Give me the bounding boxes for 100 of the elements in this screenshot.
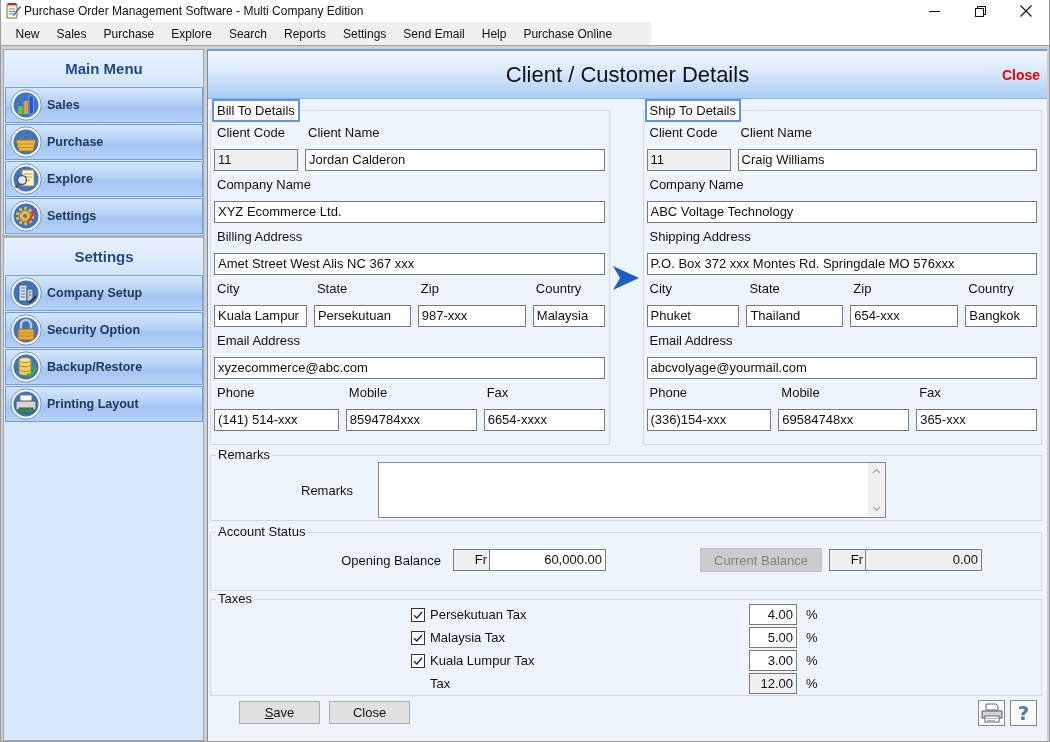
sidebar-item[interactable]: Printing Layout (5, 386, 203, 422)
field-label: Country (967, 280, 1014, 298)
menu-item[interactable]: Settings (334, 24, 395, 43)
field-label: Opening Balance (340, 552, 441, 568)
text-field[interactable]: XYZ Ecommerce Ltd. (214, 201, 605, 223)
group-legend: Account Status (216, 525, 308, 539)
checkbox[interactable] (411, 653, 425, 668)
text-field[interactable]: P.O. Box 372 xxx Montes Rd. Springdale MO 576xxx (646, 253, 1037, 275)
text-field[interactable]: Amet Street West Alis NC 367 xxx (214, 253, 605, 275)
sidebar-item[interactable]: Settings (5, 198, 203, 234)
gear-icon (10, 200, 42, 232)
minimize-icon[interactable] (928, 10, 940, 12)
field-label: Client Code (216, 124, 285, 142)
text-field[interactable]: (141) 514-xxx (214, 409, 339, 431)
field-label: Shipping Address (648, 228, 751, 246)
field-label: Email Address (648, 332, 733, 350)
amount-field[interactable]: 60,000.00 (490, 549, 606, 571)
sidebar-item[interactable]: Purchase (5, 124, 203, 160)
text-field[interactable]: 11 (646, 149, 731, 171)
checkbox[interactable] (411, 630, 425, 645)
text-field[interactable]: Phuket (646, 305, 740, 327)
unit-label: % (806, 676, 819, 691)
menu-item[interactable]: Sales (48, 24, 96, 43)
close-icon[interactable] (1020, 5, 1032, 17)
field-label: Billing Address (216, 228, 303, 246)
text-field[interactable]: xyzecommerce@abc.com (214, 357, 605, 379)
tax-label: Tax (430, 676, 452, 691)
footer-button[interactable]: Save (239, 701, 320, 724)
text-field[interactable]: Jordan Calderon (305, 149, 605, 171)
text-field[interactable]: Persekutuan (313, 305, 411, 327)
help-button[interactable]: ? (1010, 700, 1037, 726)
field-label: Phone (216, 384, 255, 402)
menu-item[interactable]: Purchase (95, 24, 163, 43)
tax-rate-field[interactable]: 4.00 (749, 604, 797, 625)
remarks-field[interactable] (378, 462, 886, 518)
text-field[interactable]: 365-xxx (916, 409, 1037, 431)
tax-label: Malaysia Tax (430, 630, 506, 645)
text-field[interactable]: 654-xxx (850, 305, 959, 327)
footer-button[interactable]: Close (329, 701, 410, 724)
building-icon (10, 277, 42, 309)
menu-item[interactable]: New (7, 24, 48, 43)
unit-label: % (806, 630, 819, 645)
window-title: Purchase Order Management Software - Multi Company Edition (24, 4, 364, 18)
unit-label: % (806, 653, 819, 668)
menu-item[interactable]: Search (220, 24, 276, 43)
field-label: Mobile (780, 384, 820, 402)
sidebar-item[interactable]: Company Setup (5, 275, 203, 311)
field-label: Remarks (301, 482, 354, 498)
currency-field: Fr (829, 549, 866, 571)
right-arrow-icon (613, 266, 639, 290)
field-label: Client Code (648, 124, 718, 142)
sidebar-item[interactable]: Explore (5, 161, 203, 197)
restore-icon[interactable] (974, 5, 986, 17)
text-field[interactable]: Bangkok (965, 305, 1037, 327)
text-field[interactable]: Kuala Lampur (214, 305, 307, 327)
tax-label: Kuala Lumpur Tax (430, 653, 536, 668)
group-legend: Ship To Details (644, 99, 741, 122)
menu-item[interactable]: Explore (162, 24, 221, 43)
bar-chart-icon (10, 89, 42, 121)
text-field[interactable]: abcvolyage@yourmail.com (646, 357, 1037, 379)
field-label: Mobile (347, 384, 388, 402)
scrollbar[interactable] (868, 463, 885, 517)
print-button[interactable] (978, 700, 1005, 726)
database-icon (10, 351, 42, 383)
sidebar-item[interactable]: Security Option (5, 312, 203, 348)
field-label: Email Address (216, 332, 301, 350)
panel-title: Client / Customer Details (505, 61, 750, 88)
field-label: State (748, 280, 780, 298)
text-field[interactable]: Craig Williams (737, 149, 1037, 171)
group-legend: Taxes (216, 592, 254, 606)
field-label: City (648, 280, 672, 298)
checkbox[interactable] (411, 607, 425, 622)
text-field[interactable]: 8594784xxx (345, 409, 477, 431)
tax-rate-field[interactable]: 3.00 (749, 650, 797, 671)
tax-label: Persekutuan Tax (430, 607, 528, 622)
group-legend: Bill To Details (212, 99, 300, 122)
menu-item[interactable]: Send Email (394, 24, 474, 43)
tax-total-field[interactable]: 12.00 (749, 673, 797, 694)
text-field[interactable]: ABC Voltage Technology (646, 201, 1037, 223)
text-field[interactable]: 69584748xx (778, 409, 910, 431)
field-label: Company Name (216, 176, 311, 194)
text-field[interactable]: 987-xxx (417, 305, 526, 327)
sidebar-item[interactable]: Backup/Restore (5, 349, 203, 385)
text-field[interactable]: 6654-xxxx (483, 409, 605, 431)
field-label: Zip (419, 280, 439, 298)
text-field[interactable]: Thailand (746, 305, 844, 327)
field-label: Phone (648, 384, 688, 402)
text-field[interactable]: Malaysia (532, 305, 605, 327)
close-link[interactable]: Close (1001, 66, 1040, 83)
field-label: State (315, 280, 348, 298)
field-label: Fax (918, 384, 941, 402)
basket-icon (10, 126, 42, 158)
sidebar-heading: Main Menu (5, 50, 203, 86)
menu-item[interactable]: Reports (275, 24, 335, 43)
menu-item[interactable]: Purchase Online (514, 24, 621, 43)
tax-rate-field[interactable]: 5.00 (749, 627, 797, 648)
text-field[interactable]: 11 (214, 149, 298, 171)
text-field[interactable]: (336)154-xxx (646, 409, 772, 431)
menu-item[interactable]: Help (473, 24, 515, 43)
sidebar-item[interactable]: Sales (5, 87, 203, 123)
